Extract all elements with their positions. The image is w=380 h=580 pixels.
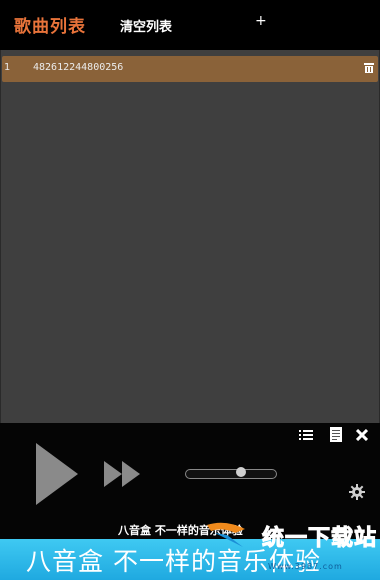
clear-list-button[interactable]: 清空列表 bbox=[120, 16, 172, 35]
song-name: 482612244800256 bbox=[33, 62, 124, 73]
playlist-panel: 1 482612244800256 bbox=[0, 50, 380, 423]
music-player-window: 歌曲列表 清空列表 + 1 482612244800256 八音盒 不一样的音乐… bbox=[0, 0, 380, 580]
close-icon[interactable] bbox=[356, 429, 368, 441]
add-song-button[interactable]: + bbox=[255, 13, 267, 29]
trash-icon[interactable] bbox=[363, 62, 375, 74]
watermark-url: Www.3987.com bbox=[268, 562, 343, 571]
play-icon[interactable] bbox=[34, 441, 80, 507]
gear-icon[interactable] bbox=[349, 484, 365, 500]
fast-forward-icon[interactable] bbox=[104, 461, 142, 487]
seek-slider[interactable] bbox=[185, 467, 277, 479]
playlist-row[interactable]: 1 482612244800256 bbox=[2, 56, 378, 82]
playlist-title: 歌曲列表 bbox=[14, 17, 86, 37]
lyrics-icon[interactable] bbox=[330, 427, 342, 442]
watermark-text: 统一下载站 bbox=[261, 526, 378, 552]
row-index: 1 bbox=[4, 62, 11, 73]
watermark-logo-icon bbox=[207, 522, 245, 547]
seek-knob[interactable] bbox=[235, 467, 246, 477]
list-icon[interactable] bbox=[299, 429, 313, 441]
playlist-header: 歌曲列表 清空列表 + bbox=[0, 0, 380, 50]
